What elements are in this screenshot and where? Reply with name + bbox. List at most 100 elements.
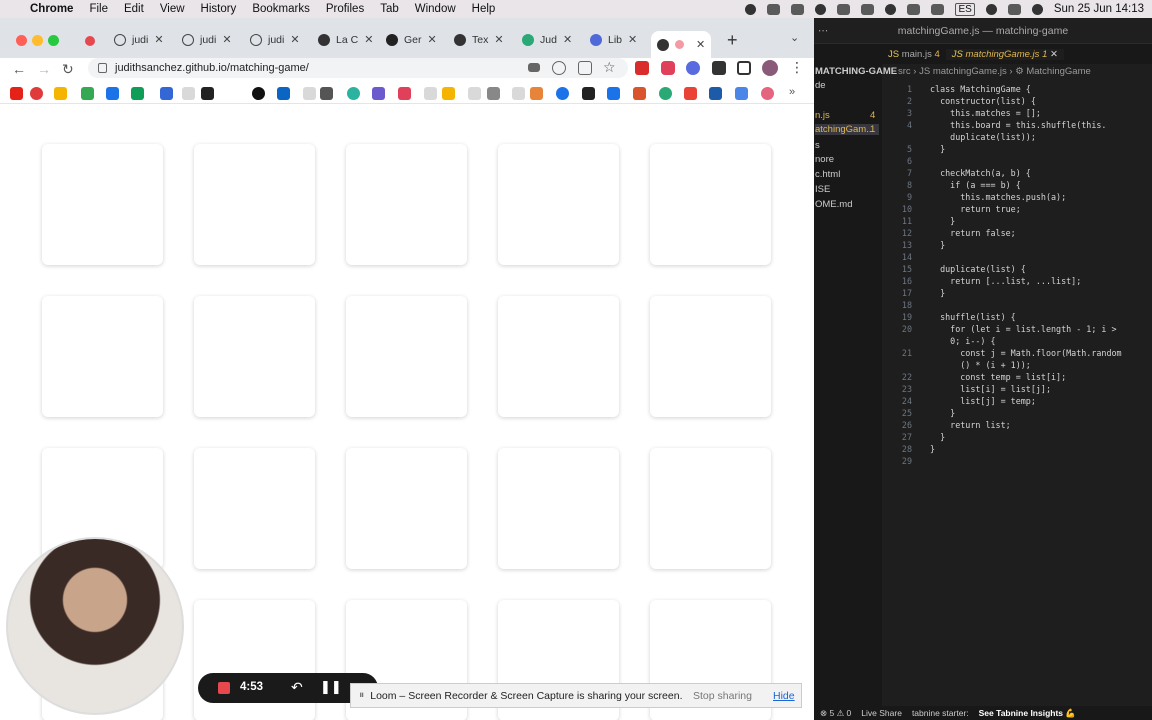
- browser-tab[interactable]: Ger ✕: [386, 31, 437, 48]
- folder-icon[interactable]: [468, 87, 481, 100]
- code-line[interactable]: return false;: [930, 228, 1016, 238]
- memory-card[interactable]: [650, 144, 771, 265]
- linkedin-icon[interactable]: [277, 87, 290, 100]
- circle-bookmark-icon[interactable]: [556, 87, 569, 100]
- memory-card[interactable]: [346, 448, 467, 569]
- explorer-item[interactable]: c.html: [815, 169, 840, 180]
- close-tab-icon[interactable]: ✕: [222, 33, 231, 46]
- explorer-item[interactable]: n.js: [815, 110, 830, 121]
- hide-button[interactable]: Hide: [773, 690, 795, 702]
- memory-card[interactable]: [498, 144, 619, 265]
- explorer-item[interactable]: OME.md: [815, 199, 852, 210]
- bookmark-icon[interactable]: [530, 87, 543, 100]
- folder-icon[interactable]: [512, 87, 525, 100]
- loom-camera-bubble[interactable]: [6, 537, 184, 715]
- more-bookmarks-icon[interactable]: »: [789, 86, 802, 99]
- emoji-icon[interactable]: [442, 87, 455, 100]
- sidebar-icon[interactable]: [737, 61, 751, 75]
- openai-icon[interactable]: [347, 87, 360, 100]
- bird-icon[interactable]: [252, 87, 265, 100]
- code-line[interactable]: if (a === b) {: [930, 180, 1021, 190]
- code-line[interactable]: const temp = list[i];: [930, 372, 1066, 382]
- sheets-icon[interactable]: [131, 87, 144, 100]
- code-line[interactable]: constructor(list) {: [930, 96, 1036, 106]
- code-line[interactable]: class MatchingGame {: [930, 84, 1031, 94]
- code-line[interactable]: duplicate(list) {: [930, 264, 1026, 274]
- menu-edit[interactable]: Edit: [124, 3, 144, 15]
- docs-icon[interactable]: [735, 87, 748, 100]
- code-line[interactable]: const j = Math.floor(Math.random: [930, 348, 1121, 358]
- user-bookmark-icon[interactable]: [320, 87, 333, 100]
- explorer-item[interactable]: s: [815, 140, 820, 151]
- close-tab-icon[interactable]: ✕: [696, 38, 705, 51]
- extension-red-icon[interactable]: [635, 61, 649, 75]
- menu-help[interactable]: Help: [472, 3, 496, 15]
- address-bar[interactable]: judithsanchez.github.io/matching-game/: [88, 58, 628, 78]
- siri-icon[interactable]: [1031, 3, 1043, 15]
- close-tab-icon[interactable]: ✕: [428, 33, 437, 46]
- stop-recording-button[interactable]: [218, 682, 230, 694]
- menu-file[interactable]: File: [89, 3, 108, 15]
- browser-tab[interactable]: judi ✕: [250, 31, 300, 48]
- code-line[interactable]: }: [930, 288, 945, 298]
- close-tab-icon[interactable]: ✕: [628, 33, 637, 46]
- profile-avatar[interactable]: [762, 60, 778, 76]
- sparkle-icon[interactable]: [372, 87, 385, 100]
- memory-card[interactable]: [346, 296, 467, 417]
- memory-card[interactable]: [194, 296, 315, 417]
- code-line[interactable]: }: [930, 216, 955, 226]
- notion-icon[interactable]: [201, 87, 214, 100]
- heart-bookmark-icon[interactable]: [30, 87, 43, 100]
- folder-icon[interactable]: [424, 87, 437, 100]
- menu-history[interactable]: History: [201, 3, 237, 15]
- code-line[interactable]: for (let i = list.length - 1; i >: [930, 324, 1116, 334]
- code-line[interactable]: list[j] = temp;: [930, 396, 1036, 406]
- code-line[interactable]: }: [930, 144, 945, 154]
- stop-sharing-button[interactable]: Stop sharing: [693, 690, 752, 702]
- code-line[interactable]: () * (i + 1));: [930, 360, 1031, 370]
- pocket-bookmark-icon[interactable]: [398, 87, 411, 100]
- explorer-item[interactable]: nore: [815, 154, 834, 165]
- camera-icon[interactable]: [528, 63, 540, 72]
- code-line[interactable]: checkMatch(a, b) {: [930, 168, 1031, 178]
- memory-card[interactable]: [42, 296, 163, 417]
- code-line[interactable]: return list;: [930, 420, 1011, 430]
- browser-tab[interactable]: La C ✕: [318, 31, 373, 48]
- browser-tab[interactable]: Tex ✕: [454, 31, 504, 48]
- slack-icon[interactable]: [767, 3, 781, 15]
- tabnine-status[interactable]: tabnine starter:: [912, 708, 969, 718]
- browser-tab-active[interactable]: ✕: [651, 31, 712, 58]
- explorer-item[interactable]: de: [815, 80, 826, 91]
- chrome-menu-icon[interactable]: ⋮: [790, 59, 804, 75]
- pocket-icon[interactable]: [661, 61, 675, 75]
- close-tab-icon[interactable]: ✕: [563, 33, 572, 46]
- memory-card[interactable]: [498, 296, 619, 417]
- code-line[interactable]: }: [930, 408, 955, 418]
- menubar-clock[interactable]: Sun 25 Jun 14:13: [1054, 3, 1144, 15]
- tool-icon[interactable]: [487, 87, 500, 100]
- user-icon[interactable]: [885, 3, 897, 15]
- close-tab-icon[interactable]: ✕: [1050, 49, 1058, 60]
- memory-card[interactable]: [42, 144, 163, 265]
- code-editor[interactable]: 1 class MatchingGame {2 constructor(list)…: [882, 82, 1152, 692]
- tabnine-insights-link[interactable]: See Tabnine Insights 💪: [979, 708, 1076, 719]
- menu-bookmarks[interactable]: Bookmarks: [252, 3, 310, 15]
- minimize-window-button[interactable]: [32, 35, 43, 46]
- browser-tab[interactable]: judi ✕: [182, 31, 232, 48]
- close-tab-icon[interactable]: ✕: [290, 33, 299, 46]
- tree-icon[interactable]: [582, 87, 595, 100]
- trello-icon[interactable]: [709, 87, 722, 100]
- w-bookmark-icon[interactable]: [633, 87, 646, 100]
- drive-icon[interactable]: [54, 87, 67, 100]
- browser-tab[interactable]: Lib ✕: [590, 31, 637, 48]
- code-line[interactable]: duplicate(list));: [930, 132, 1036, 142]
- meet-icon[interactable]: [160, 87, 173, 100]
- close-tab-icon[interactable]: ✕: [364, 33, 373, 46]
- performance-icon[interactable]: [552, 61, 566, 75]
- code-line[interactable]: }: [930, 432, 945, 442]
- code-line[interactable]: 0; i--) {: [930, 336, 995, 346]
- url-text[interactable]: judithsanchez.github.io/matching-game/: [115, 62, 309, 74]
- glasses-icon[interactable]: [837, 3, 851, 15]
- close-window-button[interactable]: [16, 35, 27, 46]
- reload-button[interactable]: ↻: [62, 61, 74, 78]
